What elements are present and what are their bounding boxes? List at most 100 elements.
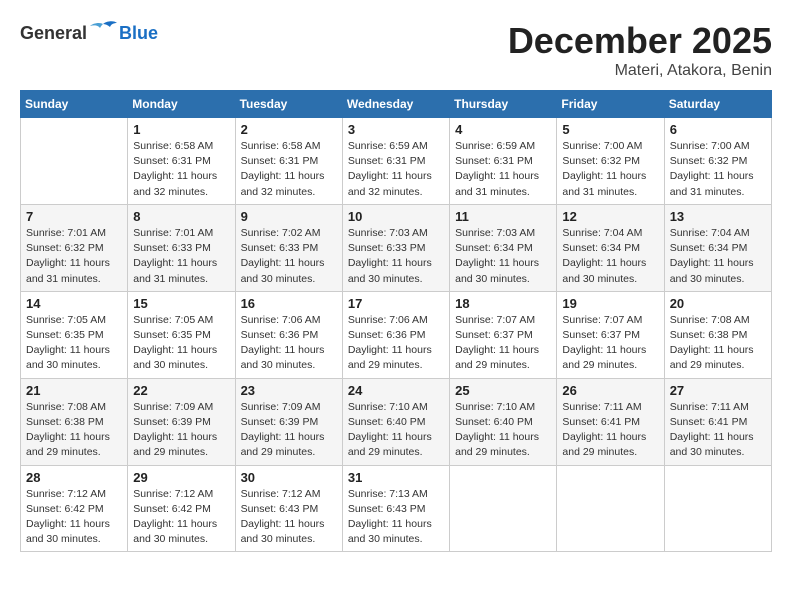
calendar-cell: 24 Sunrise: 7:10 AMSunset: 6:40 PMDayligh… — [342, 378, 449, 465]
calendar-cell: 25 Sunrise: 7:10 AMSunset: 6:40 PMDayligh… — [450, 378, 557, 465]
day-info: Sunrise: 7:06 AMSunset: 6:36 PMDaylight:… — [241, 313, 337, 374]
day-info: Sunrise: 7:10 AMSunset: 6:40 PMDaylight:… — [348, 400, 444, 461]
calendar-day-header: Tuesday — [235, 91, 342, 118]
calendar-cell: 30 Sunrise: 7:12 AMSunset: 6:43 PMDayligh… — [235, 465, 342, 552]
day-info: Sunrise: 7:05 AMSunset: 6:35 PMDaylight:… — [133, 313, 229, 374]
day-number: 25 — [455, 383, 551, 398]
day-info: Sunrise: 7:11 AMSunset: 6:41 PMDaylight:… — [562, 400, 658, 461]
calendar-cell — [450, 465, 557, 552]
calendar-cell: 4 Sunrise: 6:59 AMSunset: 6:31 PMDaylight… — [450, 118, 557, 205]
day-number: 28 — [26, 470, 122, 485]
day-info: Sunrise: 7:12 AMSunset: 6:42 PMDaylight:… — [133, 487, 229, 548]
calendar-cell: 29 Sunrise: 7:12 AMSunset: 6:42 PMDayligh… — [128, 465, 235, 552]
day-info: Sunrise: 7:01 AMSunset: 6:32 PMDaylight:… — [26, 226, 122, 287]
day-number: 14 — [26, 296, 122, 311]
page-header: General Blue December 2025 Materi, Atako… — [20, 20, 772, 80]
calendar-cell: 9 Sunrise: 7:02 AMSunset: 6:33 PMDaylight… — [235, 204, 342, 291]
day-info: Sunrise: 7:05 AMSunset: 6:35 PMDaylight:… — [26, 313, 122, 374]
title-block: December 2025 Materi, Atakora, Benin — [508, 20, 772, 80]
day-info: Sunrise: 7:10 AMSunset: 6:40 PMDaylight:… — [455, 400, 551, 461]
calendar-cell: 3 Sunrise: 6:59 AMSunset: 6:31 PMDaylight… — [342, 118, 449, 205]
calendar-cell: 7 Sunrise: 7:01 AMSunset: 6:32 PMDaylight… — [21, 204, 128, 291]
calendar-day-header: Monday — [128, 91, 235, 118]
day-info: Sunrise: 7:06 AMSunset: 6:36 PMDaylight:… — [348, 313, 444, 374]
calendar-cell: 11 Sunrise: 7:03 AMSunset: 6:34 PMDayligh… — [450, 204, 557, 291]
calendar-week-row: 14 Sunrise: 7:05 AMSunset: 6:35 PMDayligh… — [21, 291, 772, 378]
calendar-day-header: Friday — [557, 91, 664, 118]
day-info: Sunrise: 7:04 AMSunset: 6:34 PMDaylight:… — [562, 226, 658, 287]
calendar-cell: 18 Sunrise: 7:07 AMSunset: 6:37 PMDayligh… — [450, 291, 557, 378]
day-number: 4 — [455, 122, 551, 137]
day-info: Sunrise: 6:59 AMSunset: 6:31 PMDaylight:… — [455, 139, 551, 200]
day-number: 29 — [133, 470, 229, 485]
calendar-header-row: SundayMondayTuesdayWednesdayThursdayFrid… — [21, 91, 772, 118]
day-number: 6 — [670, 122, 766, 137]
day-number: 31 — [348, 470, 444, 485]
calendar-cell: 22Sunrise: 7:09 AMSunset: 6:39 PMDayligh… — [128, 378, 235, 465]
day-number: 18 — [455, 296, 551, 311]
calendar-cell — [664, 465, 771, 552]
calendar-cell: 14 Sunrise: 7:05 AMSunset: 6:35 PMDayligh… — [21, 291, 128, 378]
day-number: 5 — [562, 122, 658, 137]
calendar-cell: 19 Sunrise: 7:07 AMSunset: 6:37 PMDayligh… — [557, 291, 664, 378]
calendar-week-row: 28 Sunrise: 7:12 AMSunset: 6:42 PMDayligh… — [21, 465, 772, 552]
day-info: Sunrise: 6:59 AMSunset: 6:31 PMDaylight:… — [348, 139, 444, 200]
day-number: 9 — [241, 209, 337, 224]
day-number: 8 — [133, 209, 229, 224]
calendar-cell: 31 Sunrise: 7:13 AMSunset: 6:43 PMDayligh… — [342, 465, 449, 552]
day-info: Sunrise: 6:58 AMSunset: 6:31 PMDaylight:… — [133, 139, 229, 200]
day-info: Sunrise: 6:58 AMSunset: 6:31 PMDaylight:… — [241, 139, 337, 200]
calendar-cell: 20Sunrise: 7:08 AMSunset: 6:38 PMDayligh… — [664, 291, 771, 378]
day-info: Sunrise: 7:13 AMSunset: 6:43 PMDaylight:… — [348, 487, 444, 548]
day-number: 16 — [241, 296, 337, 311]
day-number: 26 — [562, 383, 658, 398]
calendar-cell: 28Sunrise: 7:12 AMSunset: 6:42 PMDayligh… — [21, 465, 128, 552]
calendar-day-header: Wednesday — [342, 91, 449, 118]
calendar-cell: 16 Sunrise: 7:06 AMSunset: 6:36 PMDayligh… — [235, 291, 342, 378]
calendar-cell: 26 Sunrise: 7:11 AMSunset: 6:41 PMDayligh… — [557, 378, 664, 465]
day-number: 12 — [562, 209, 658, 224]
day-info: Sunrise: 7:09 AMSunset: 6:39 PMDaylight:… — [133, 400, 229, 461]
calendar-cell: 1Sunrise: 6:58 AMSunset: 6:31 PMDaylight… — [128, 118, 235, 205]
logo-bird-icon — [88, 20, 118, 46]
day-number: 3 — [348, 122, 444, 137]
day-number: 15 — [133, 296, 229, 311]
day-number: 23 — [241, 383, 337, 398]
calendar-week-row: 21Sunrise: 7:08 AMSunset: 6:38 PMDayligh… — [21, 378, 772, 465]
calendar-day-header: Thursday — [450, 91, 557, 118]
day-number: 19 — [562, 296, 658, 311]
calendar-cell: 15 Sunrise: 7:05 AMSunset: 6:35 PMDayligh… — [128, 291, 235, 378]
day-number: 2 — [241, 122, 337, 137]
calendar-day-header: Saturday — [664, 91, 771, 118]
calendar-day-header: Sunday — [21, 91, 128, 118]
logo: General Blue — [20, 20, 158, 46]
calendar-week-row: 1Sunrise: 6:58 AMSunset: 6:31 PMDaylight… — [21, 118, 772, 205]
day-info: Sunrise: 7:00 AMSunset: 6:32 PMDaylight:… — [670, 139, 766, 200]
logo-blue-text: Blue — [119, 23, 158, 44]
location: Materi, Atakora, Benin — [508, 62, 772, 80]
day-number: 30 — [241, 470, 337, 485]
day-info: Sunrise: 7:07 AMSunset: 6:37 PMDaylight:… — [562, 313, 658, 374]
day-number: 7 — [26, 209, 122, 224]
calendar-cell: 6 Sunrise: 7:00 AMSunset: 6:32 PMDaylight… — [664, 118, 771, 205]
calendar-cell: 8Sunrise: 7:01 AMSunset: 6:33 PMDaylight… — [128, 204, 235, 291]
day-number: 13 — [670, 209, 766, 224]
day-info: Sunrise: 7:08 AMSunset: 6:38 PMDaylight:… — [670, 313, 766, 374]
month-title: December 2025 — [508, 20, 772, 62]
day-info: Sunrise: 7:00 AMSunset: 6:32 PMDaylight:… — [562, 139, 658, 200]
day-info: Sunrise: 7:02 AMSunset: 6:33 PMDaylight:… — [241, 226, 337, 287]
calendar-cell: 2 Sunrise: 6:58 AMSunset: 6:31 PMDaylight… — [235, 118, 342, 205]
day-number: 10 — [348, 209, 444, 224]
day-info: Sunrise: 7:09 AMSunset: 6:39 PMDaylight:… — [241, 400, 337, 461]
calendar-cell: 23 Sunrise: 7:09 AMSunset: 6:39 PMDayligh… — [235, 378, 342, 465]
day-info: Sunrise: 7:08 AMSunset: 6:38 PMDaylight:… — [26, 400, 122, 461]
day-info: Sunrise: 7:07 AMSunset: 6:37 PMDaylight:… — [455, 313, 551, 374]
day-number: 24 — [348, 383, 444, 398]
calendar-cell: 21Sunrise: 7:08 AMSunset: 6:38 PMDayligh… — [21, 378, 128, 465]
day-info: Sunrise: 7:11 AMSunset: 6:41 PMDaylight:… — [670, 400, 766, 461]
calendar-cell: 13Sunrise: 7:04 AMSunset: 6:34 PMDayligh… — [664, 204, 771, 291]
day-info: Sunrise: 7:03 AMSunset: 6:34 PMDaylight:… — [455, 226, 551, 287]
calendar-week-row: 7 Sunrise: 7:01 AMSunset: 6:32 PMDaylight… — [21, 204, 772, 291]
day-number: 11 — [455, 209, 551, 224]
day-info: Sunrise: 7:12 AMSunset: 6:43 PMDaylight:… — [241, 487, 337, 548]
